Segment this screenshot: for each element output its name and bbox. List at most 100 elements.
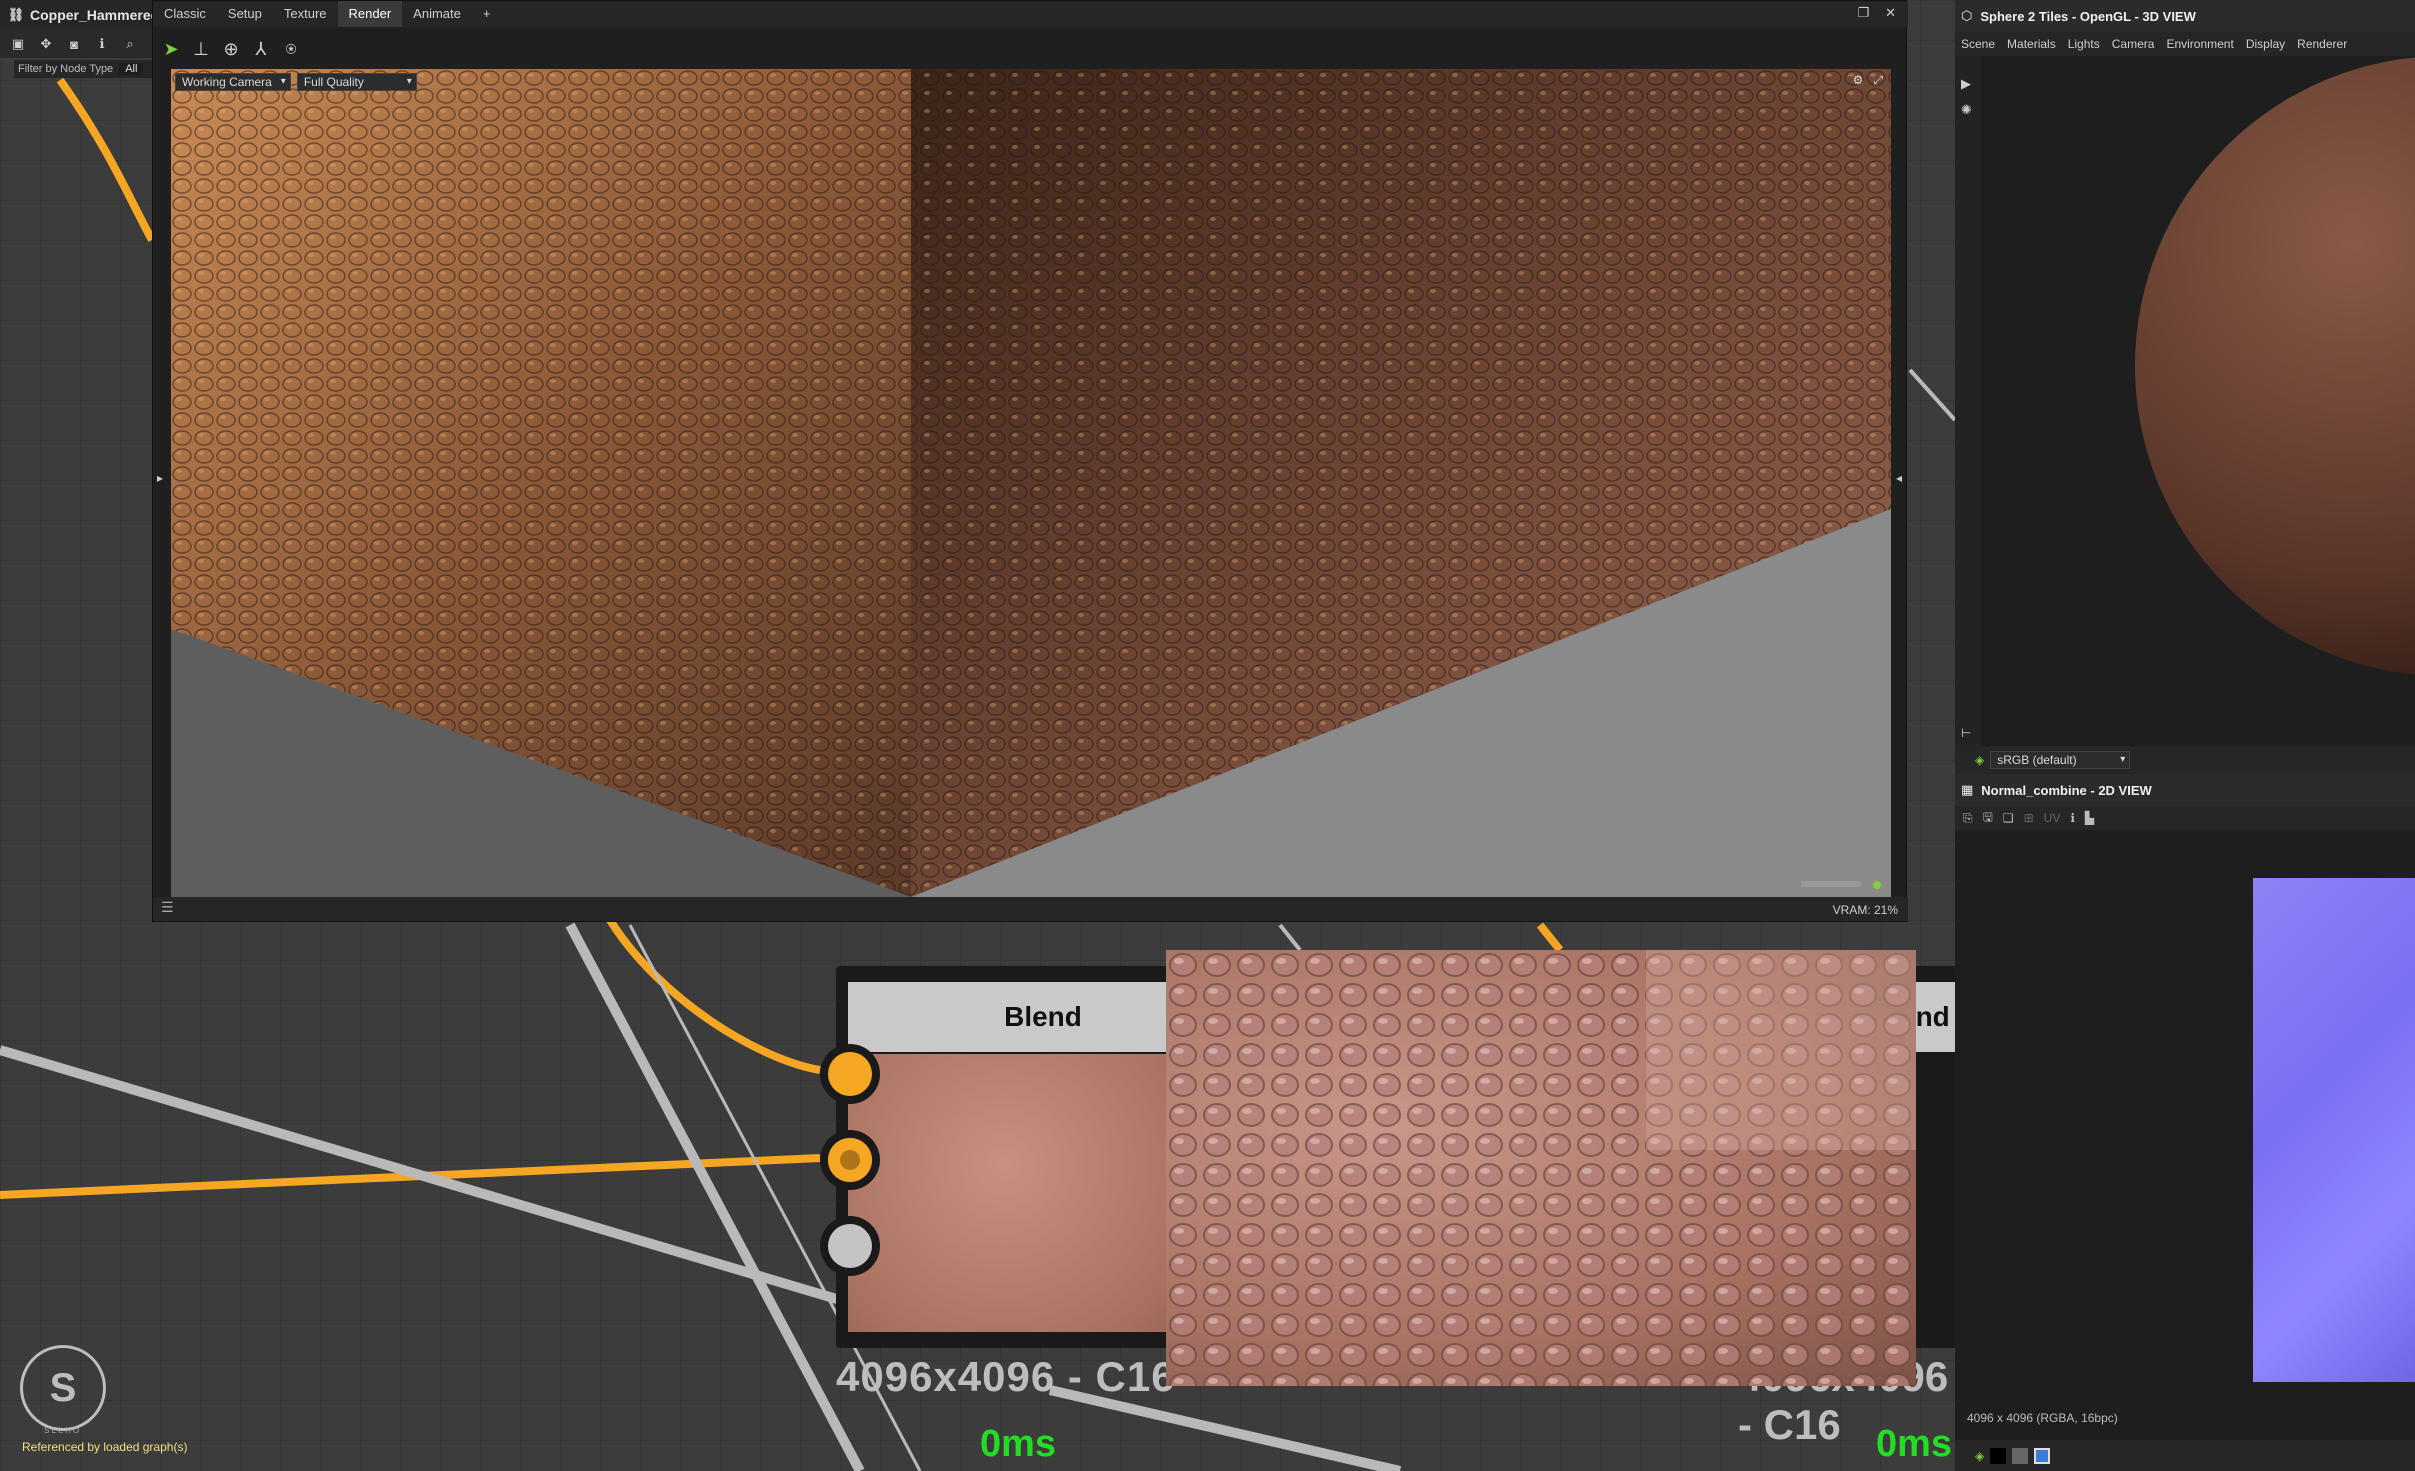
view2d-channel-bar: ◈ bbox=[1955, 1440, 2415, 1471]
frame-all-icon[interactable]: ▣ bbox=[10, 36, 26, 52]
info-icon[interactable]: ℹ bbox=[94, 36, 110, 52]
normal-map-preview bbox=[2253, 878, 2415, 1382]
settings-icon[interactable]: ⚙ bbox=[1853, 73, 1864, 88]
view3d-header: ⬡ Sphere 2 Tiles - OpenGL - 3D VIEW bbox=[1955, 0, 2415, 32]
export-icon[interactable]: ⎘ bbox=[1963, 811, 1973, 826]
light-gizmo-icon[interactable]: ⍟ bbox=[283, 39, 299, 59]
wire-gray-a bbox=[0, 1045, 842, 1305]
menu-environment[interactable]: Environment bbox=[2166, 37, 2233, 51]
render-status-dot bbox=[1873, 881, 1881, 889]
blend-input-port-mask[interactable] bbox=[820, 1216, 880, 1276]
render-status-bar: ☰ VRAM: 21% bbox=[153, 897, 1908, 921]
menu-lights[interactable]: Lights bbox=[2068, 37, 2100, 51]
wire-orange-blend-a bbox=[606, 917, 821, 1074]
channel-view-icon[interactable] bbox=[2034, 1447, 2051, 1464]
app-logo: S bbox=[20, 1345, 106, 1431]
histogram-icon[interactable]: ▙ bbox=[2085, 811, 2094, 825]
render-mode-tabs: Classic Setup Texture Render Animate + bbox=[153, 1, 1908, 27]
cube-icon: ⬡ bbox=[1961, 8, 1973, 23]
transform-gizmo-icon[interactable]: ⊥ bbox=[193, 39, 209, 59]
menu-display[interactable]: Display bbox=[2246, 37, 2285, 51]
view3d-viewport[interactable]: ▶ ✺ ⊢ bbox=[1955, 56, 2415, 746]
layers-icon[interactable]: ◈ bbox=[1975, 1449, 1984, 1463]
referenced-status: Referenced by loaded graph(s) bbox=[22, 1440, 188, 1454]
axis-gizmo-icon[interactable]: ⅄ bbox=[253, 39, 269, 59]
wire-gray-d bbox=[1278, 923, 1302, 952]
render-log-icon[interactable]: ☰ bbox=[161, 899, 174, 916]
copy-icon[interactable]: ❏ bbox=[2003, 811, 2014, 825]
move-icon[interactable]: ✥ bbox=[38, 36, 54, 52]
restore-icon[interactable]: ❐ bbox=[1857, 5, 1869, 21]
view2d-title: Normal_combine - 2D VIEW bbox=[1981, 782, 2152, 798]
close-icon[interactable]: ✕ bbox=[1885, 5, 1896, 21]
blend-input-port-background[interactable] bbox=[820, 1130, 880, 1190]
render-progress-bar bbox=[1801, 881, 1861, 887]
wire-orange-top bbox=[56, 77, 156, 242]
camera-icon[interactable]: ◙ bbox=[66, 36, 82, 52]
menu-renderer[interactable]: Renderer bbox=[2297, 37, 2347, 51]
graph-title-bar: ⛓ Copper_Hammered bbox=[0, 0, 160, 30]
logo-caption: SELHO bbox=[44, 1426, 82, 1435]
world-gizmo-icon[interactable]: ⊕ bbox=[223, 39, 239, 59]
view3d-title: Sphere 2 Tiles - OpenGL - 3D VIEW bbox=[1980, 8, 2196, 24]
image-info: 4096 x 4096 (RGBA, 16bpc) bbox=[1967, 1411, 2118, 1425]
view2d-header: ▦ Normal_combine - 2D VIEW bbox=[1955, 774, 2415, 806]
view2d-toolbar: ⎘ 🖫 ❏ ⊞ UV ℹ ▙ bbox=[1955, 806, 2415, 830]
layers-icon: ◈ bbox=[1975, 753, 1985, 767]
filter-value[interactable]: All bbox=[119, 63, 144, 75]
menu-scene[interactable]: Scene bbox=[1961, 37, 1995, 51]
camera-dropdown[interactable]: Working Camera bbox=[175, 73, 291, 91]
blend-node-2-time: 0ms bbox=[1876, 1423, 1953, 1465]
wire-gray-b bbox=[565, 922, 865, 1471]
select-tool-icon[interactable]: ➤ bbox=[163, 39, 179, 59]
quality-dropdown[interactable]: Full Quality bbox=[296, 73, 417, 91]
save-icon[interactable]: 🖫 bbox=[1983, 808, 1993, 829]
tab-classic[interactable]: Classic bbox=[153, 1, 217, 27]
menu-materials[interactable]: Materials bbox=[2007, 37, 2056, 51]
colorspace-dropdown[interactable]: sRGB (default) bbox=[1990, 751, 2131, 769]
preview-sphere bbox=[2135, 56, 2415, 676]
graph-title: Copper_Hammered bbox=[30, 7, 160, 23]
render-image bbox=[171, 69, 1891, 897]
scene-tree-icon[interactable]: ⊢ bbox=[1961, 726, 1971, 740]
collapse-left-icon[interactable]: ▸ bbox=[157, 471, 163, 485]
tab-add[interactable]: + bbox=[472, 1, 502, 27]
right-panel: ⬡ Sphere 2 Tiles - OpenGL - 3D VIEW Scen… bbox=[1955, 0, 2415, 1471]
info-icon[interactable]: ℹ bbox=[2070, 811, 2075, 825]
viewport-overlay-icons: ⚙ ⤢ bbox=[1853, 73, 1883, 88]
render-window: Classic Setup Texture Render Animate + ❐… bbox=[152, 0, 1908, 922]
background-gray-swatch[interactable] bbox=[2012, 1447, 2029, 1464]
search-icon[interactable]: ⌕ bbox=[122, 36, 138, 52]
tab-setup[interactable]: Setup bbox=[217, 1, 273, 27]
blend-node-resolution: 4096x4096 - C16 bbox=[836, 1353, 1176, 1400]
colorspace-row: ◈ sRGB (default) bbox=[1955, 746, 2415, 774]
view2d-viewport[interactable]: 4096 x 4096 (RGBA, 16bpc) bbox=[1955, 830, 2415, 1440]
collapse-right-icon[interactable]: ◂ bbox=[1896, 471, 1902, 485]
blend-input-port-foreground[interactable] bbox=[820, 1044, 880, 1104]
wire-gray-e bbox=[1048, 1385, 1402, 1471]
blend-node-time: 0ms bbox=[980, 1423, 1057, 1465]
light-bulb-icon[interactable]: ✺ bbox=[1961, 102, 1981, 118]
view3d-menu: Scene Materials Lights Camera Environmen… bbox=[1955, 32, 2415, 56]
tab-render[interactable]: Render bbox=[337, 1, 403, 27]
window-controls: ❐ ✕ bbox=[1857, 5, 1896, 21]
render-viewport[interactable]: Working Camera Full Quality ⚙ ⤢ bbox=[171, 69, 1891, 897]
tab-animate[interactable]: Animate bbox=[402, 1, 472, 27]
reference-photo-texture bbox=[1166, 950, 1916, 1386]
graph-icon: ⛓ bbox=[7, 7, 25, 22]
filter-label: Filter by Node Type bbox=[18, 63, 114, 75]
tab-texture[interactable]: Texture bbox=[273, 1, 338, 27]
graph-toolbar: ▣ ✥ ◙ ℹ ⌕ bbox=[0, 30, 160, 58]
maximize-icon[interactable]: ⤢ bbox=[1873, 73, 1883, 88]
tiling-icon[interactable]: ⊞ bbox=[2024, 811, 2034, 825]
render-toolbar: ➤ ⊥ ⊕ ⅄ ⍟ bbox=[153, 31, 1908, 67]
background-black-swatch[interactable] bbox=[1990, 1447, 2007, 1464]
uv-toggle[interactable]: UV bbox=[2044, 811, 2061, 825]
video-camera-icon[interactable]: ▶ bbox=[1961, 76, 1981, 92]
node-type-filter[interactable]: Filter by Node Type All bbox=[14, 60, 154, 78]
vram-usage: VRAM: 21% bbox=[1832, 903, 1898, 917]
wire-orange-right bbox=[1536, 922, 1564, 953]
menu-camera[interactable]: Camera bbox=[2112, 37, 2155, 51]
reference-photo bbox=[1166, 950, 1916, 1386]
wire-gray-f bbox=[1908, 368, 1955, 422]
